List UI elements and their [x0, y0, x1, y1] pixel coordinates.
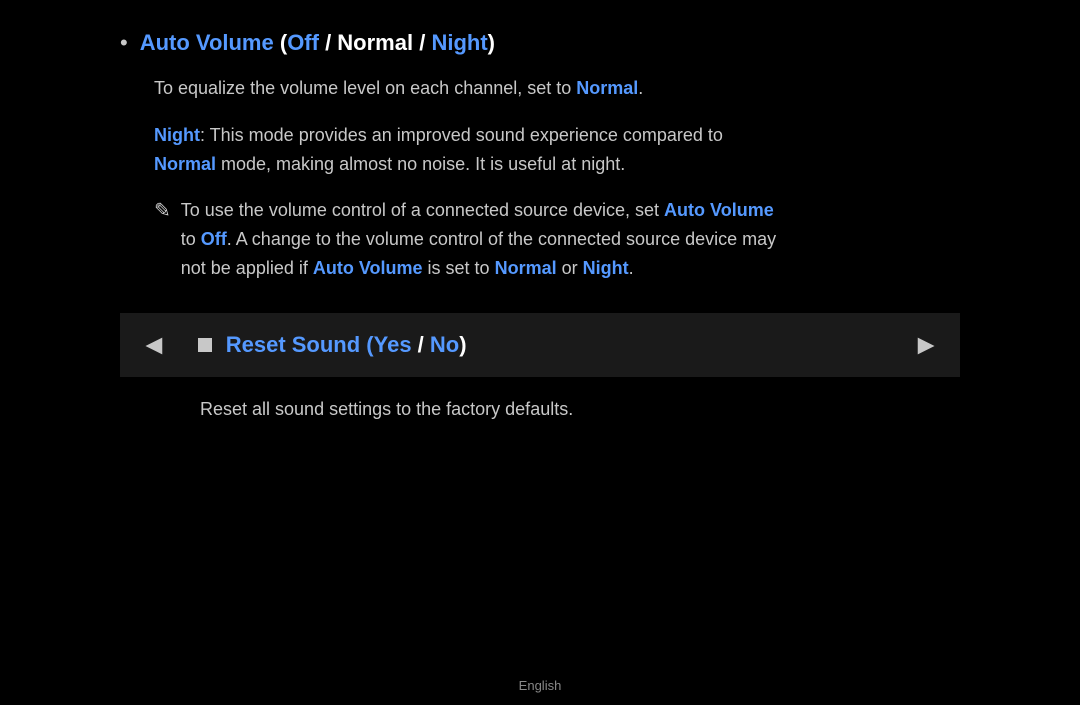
para1-before: To equalize the volume level on each cha…: [154, 78, 576, 98]
para1-after: .: [638, 78, 643, 98]
reset-sound-title: Reset Sound (Yes / No): [226, 332, 467, 358]
note-auto-volume2: Auto Volume: [313, 258, 423, 278]
reset-sound-description: Reset all sound settings to the factory …: [200, 395, 960, 424]
yes-blue: Yes: [374, 332, 412, 357]
auto-volume-title: Auto Volume (Off / Normal / Night): [140, 30, 495, 56]
note-line1-before: To use the volume control of a connected…: [181, 200, 664, 220]
auto-volume-note: ✎ To use the volume control of a connect…: [154, 196, 960, 282]
note-auto-volume: Auto Volume: [664, 200, 774, 220]
para1-normal: Normal: [576, 78, 638, 98]
close-white: ): [459, 332, 466, 357]
note-night: Night: [583, 258, 629, 278]
auto-volume-para2: Night: This mode provides an improved so…: [154, 121, 960, 179]
auto-volume-section: • Auto Volume (Off / Normal / Night) To …: [120, 30, 960, 283]
auto-volume-para1: To equalize the volume level on each cha…: [154, 74, 960, 103]
para2-rest: mode, making almost no noise. It is usef…: [216, 154, 625, 174]
language-label: English: [519, 678, 562, 693]
slash-white: /: [412, 332, 430, 357]
note-icon: ✎: [154, 198, 171, 223]
reset-description-text: Reset all sound settings to the factory …: [200, 399, 573, 419]
footer-language: English: [519, 678, 562, 693]
note-text: To use the volume control of a connected…: [181, 196, 776, 282]
note-line2-after: . A change to the volume control of the …: [227, 229, 776, 249]
para2-normal: Normal: [154, 154, 216, 174]
bullet-dot: •: [120, 30, 128, 56]
night-bold: Night: [154, 125, 200, 145]
note-line3-or: or: [557, 258, 583, 278]
reset-label: Reset Sound (: [226, 332, 374, 357]
auto-volume-heading: • Auto Volume (Off / Normal / Night): [120, 30, 960, 56]
note-normal: Normal: [495, 258, 557, 278]
para2-colon: : This mode provides an improved sound e…: [200, 125, 723, 145]
square-bullet: [198, 338, 212, 352]
nav-left-arrow[interactable]: ◄: [120, 329, 188, 361]
nav-right-arrow[interactable]: ►: [892, 329, 960, 361]
note-line2-before: to: [181, 229, 201, 249]
note-line3-end: .: [629, 258, 634, 278]
reset-sound-section-row: ◄ Reset Sound (Yes / No) ►: [120, 313, 960, 377]
reset-sound-heading-row: Reset Sound (Yes / No): [188, 332, 960, 358]
no-blue: No: [430, 332, 459, 357]
note-off: Off: [201, 229, 227, 249]
note-line3-before: not be applied if: [181, 258, 313, 278]
note-line3-mid: is set to: [423, 258, 495, 278]
